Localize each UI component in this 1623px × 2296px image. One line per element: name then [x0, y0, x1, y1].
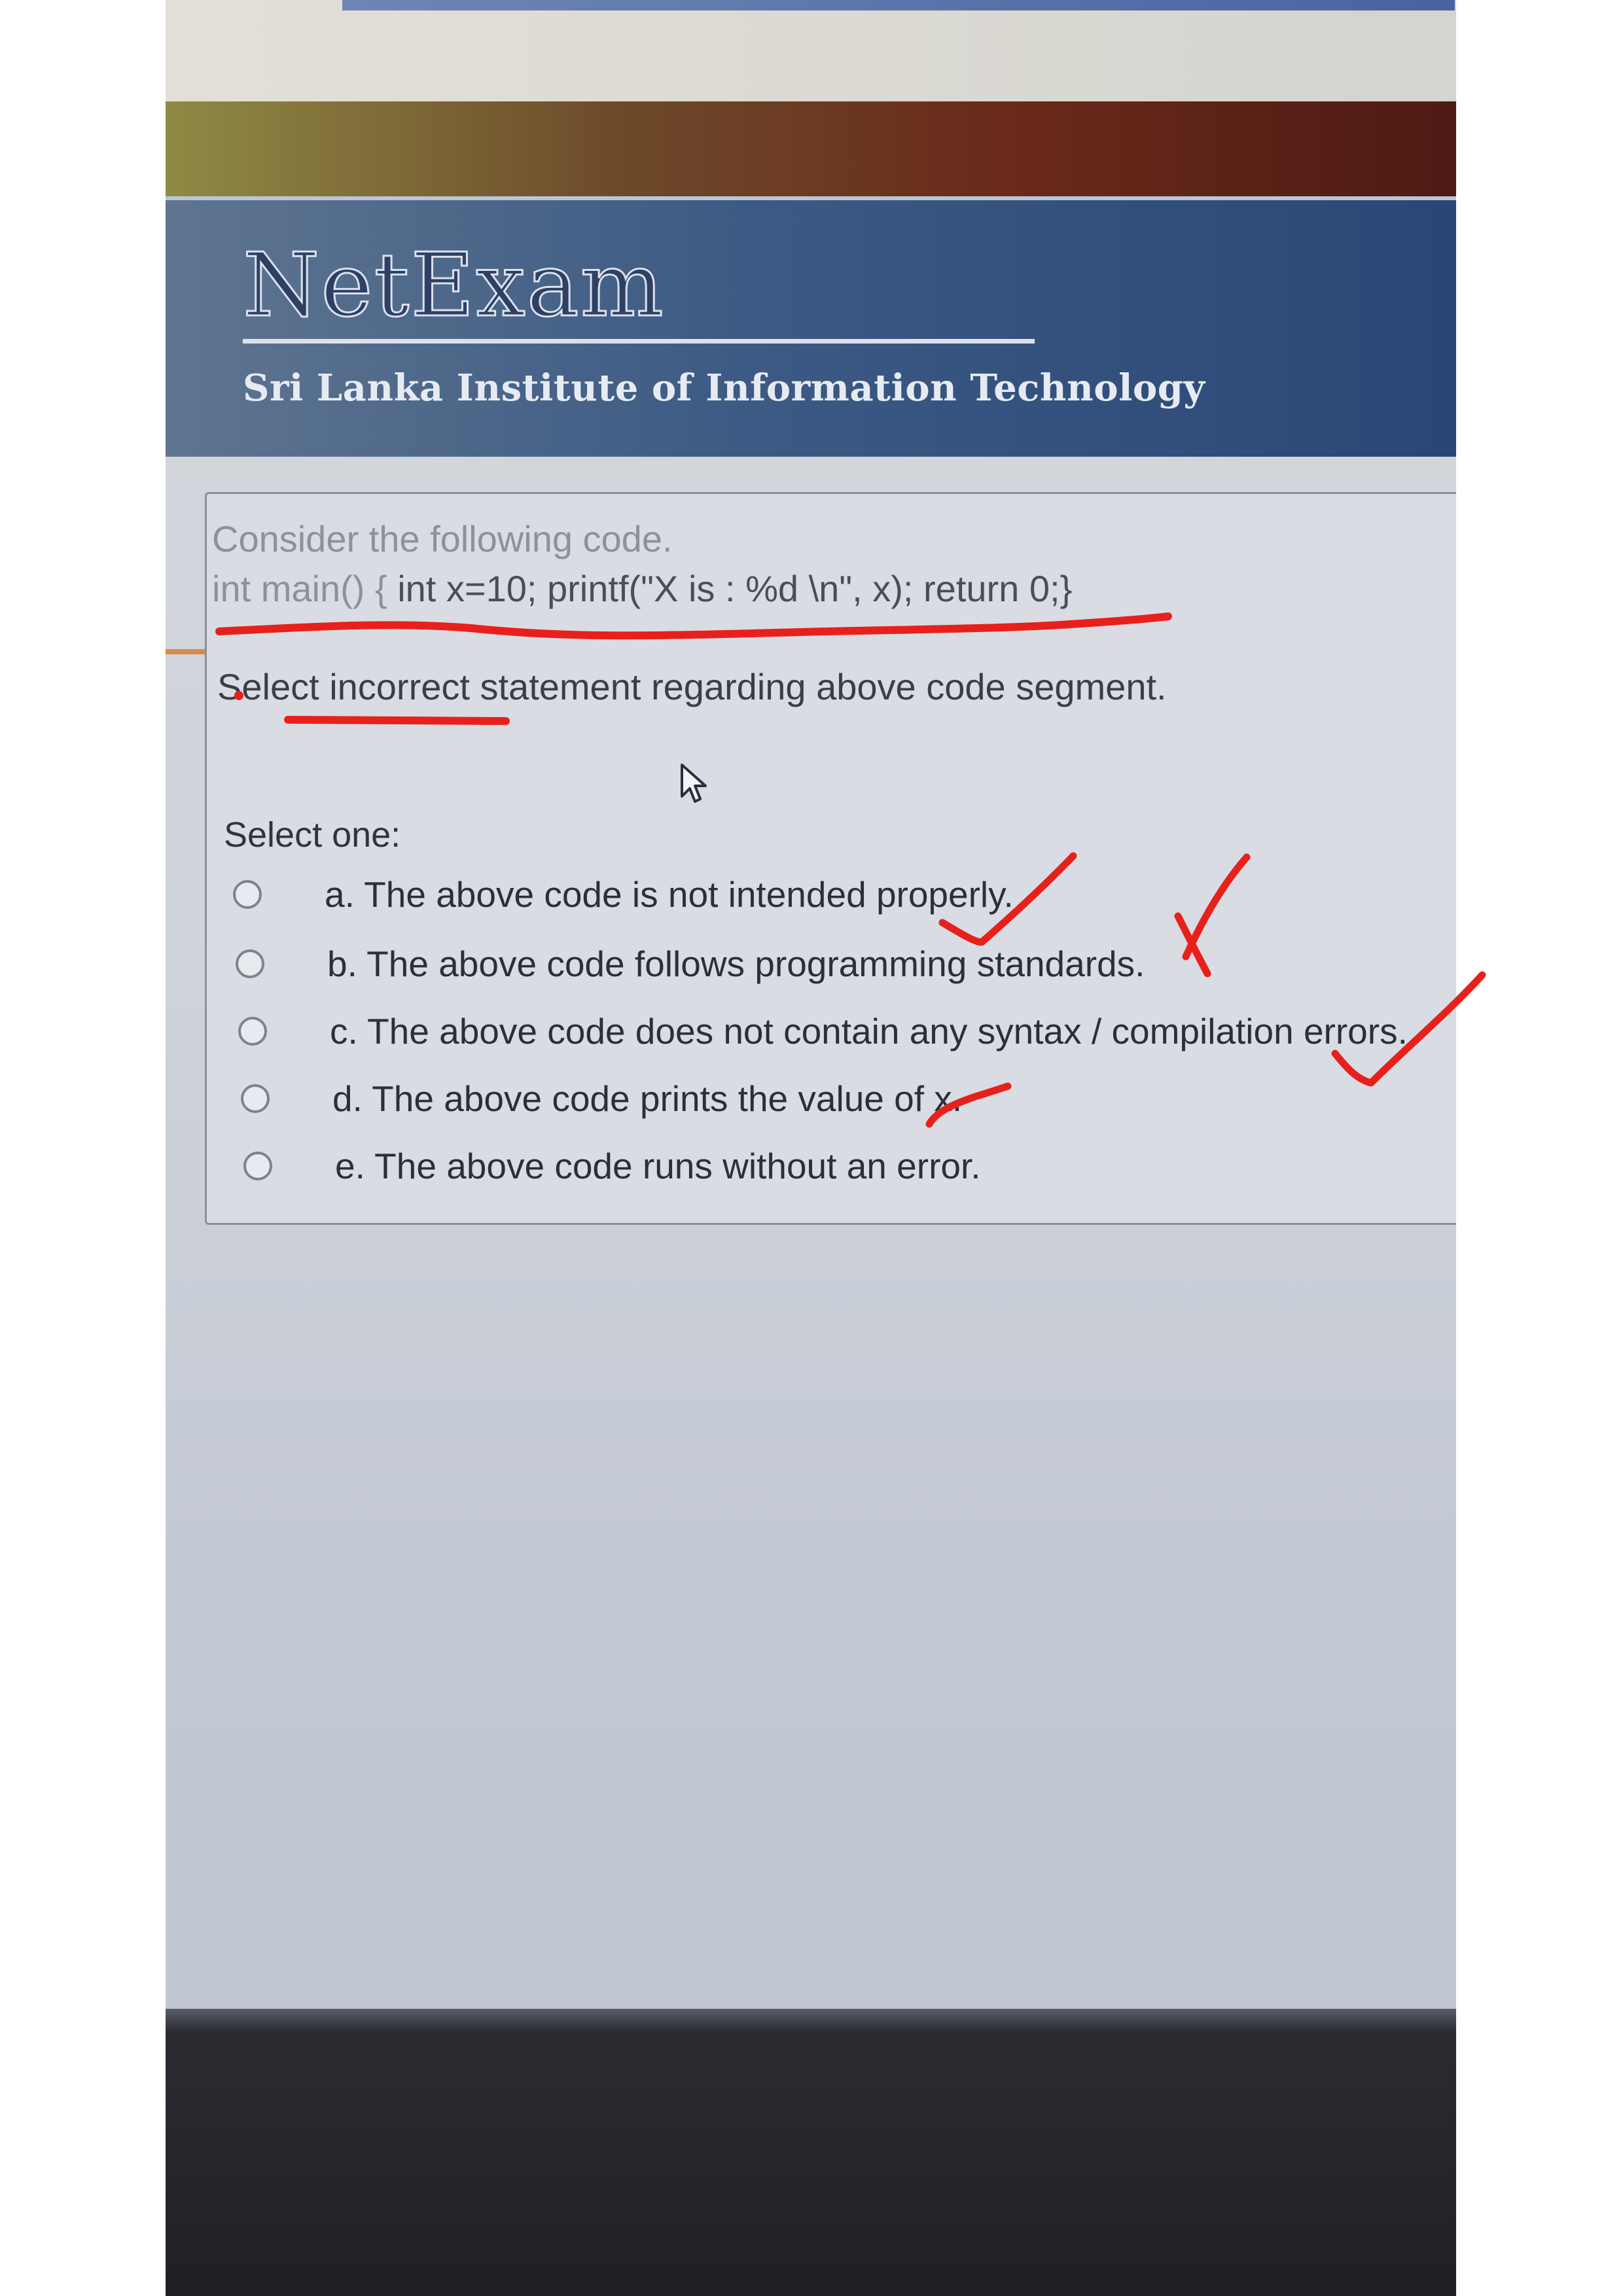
select-one-label: Select one: [224, 815, 401, 855]
radio-icon[interactable] [238, 1017, 267, 1046]
header-banner: NetExam Sri Lanka Institute of Informati… [166, 196, 1456, 654]
site-subtitle: Sri Lanka Institute of Information Techn… [243, 366, 1205, 410]
option-a-label: a. The above code is not intended proper… [325, 874, 1014, 915]
site-title: NetExam [242, 234, 665, 338]
question-prompt: Select incorrect statement regarding abo… [217, 666, 1167, 707]
monitor-bezel [166, 2009, 1456, 2296]
code-start: int main() { [212, 568, 398, 609]
top-bar-accent [342, 0, 1455, 10]
option-c-label: c. The above code does not contain any s… [330, 1011, 1408, 1051]
title-divider [243, 339, 1035, 344]
radio-icon[interactable] [236, 949, 264, 978]
radio-icon[interactable] [241, 1084, 270, 1113]
question-intro: Consider the following code. [212, 518, 673, 559]
radio-icon[interactable] [233, 880, 262, 909]
option-d-label: d. The above code prints the value of x. [332, 1078, 963, 1119]
option-b-label: b. The above code follows programming st… [327, 944, 1145, 984]
screen-top-strip [166, 0, 1456, 101]
mouse-pointer-icon [681, 764, 707, 803]
top-color-band [166, 101, 1456, 196]
code-rest: int x=10; printf("X is : %d \n", x); ret… [397, 568, 1073, 609]
question-code: int main() { int x=10; printf("X is : %d… [212, 567, 1072, 610]
option-e-label: e. The above code runs without an error. [335, 1146, 981, 1186]
photo-frame: NetExam Sri Lanka Institute of Informati… [166, 0, 1456, 2296]
question-panel: Consider the following code. int main() … [205, 492, 1456, 1225]
radio-icon[interactable] [243, 1152, 272, 1180]
